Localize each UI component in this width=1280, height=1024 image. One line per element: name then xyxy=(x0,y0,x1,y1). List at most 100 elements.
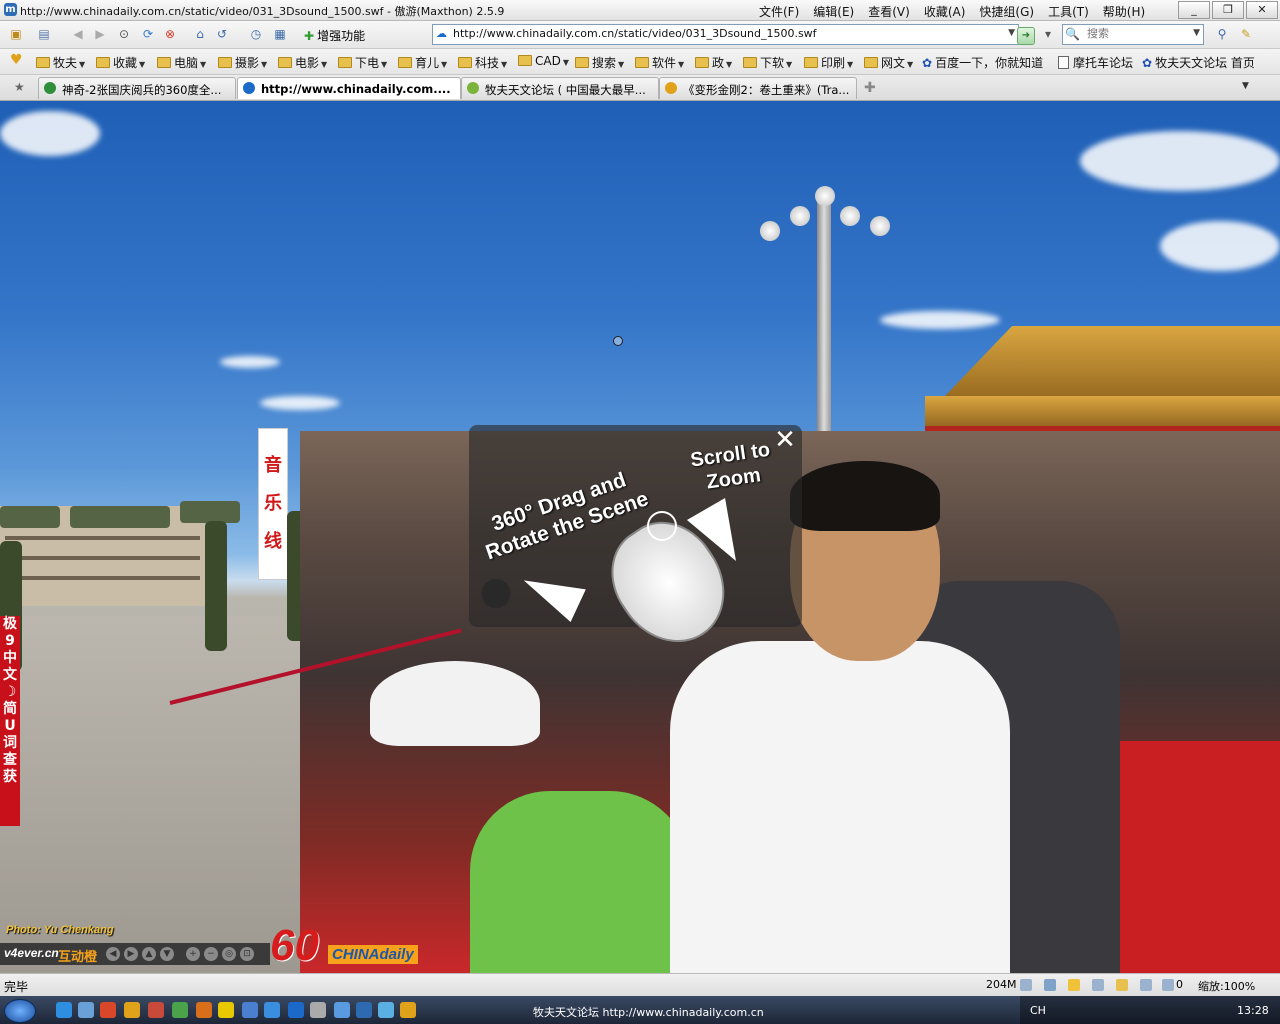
bookmark-folder[interactable]: 下软 ▼ xyxy=(743,54,792,71)
new-page-icon[interactable]: ▣ xyxy=(8,26,24,42)
address-bar[interactable]: ☁ ▼ xyxy=(432,24,1019,45)
tab-panorama[interactable]: 神奇-2张国庆阅兵的360度全... xyxy=(38,77,236,99)
dropdown-icon[interactable]: ⊙ xyxy=(116,26,132,42)
app-icon[interactable] xyxy=(378,1002,394,1018)
zoom-out-button[interactable]: − xyxy=(204,947,218,961)
start-button[interactable] xyxy=(4,999,36,1023)
menu-edit[interactable]: 编辑(E) xyxy=(806,3,861,20)
back-icon[interactable]: ◀ xyxy=(70,26,86,42)
memory-usage[interactable]: 204M xyxy=(986,978,1017,991)
sync-icon[interactable] xyxy=(1044,979,1056,991)
favorites-heart-icon[interactable]: ♥ xyxy=(10,52,23,68)
flash-panorama-viewer[interactable]: 音 乐 线 ✕ 360° Drag and Rotate the Scene S… xyxy=(0,101,1280,973)
download-icon[interactable] xyxy=(1020,979,1032,991)
new-tab-plus-icon[interactable]: ✚ xyxy=(864,80,876,96)
bookmark-folder[interactable]: CAD ▼ xyxy=(518,54,569,68)
bookmark-folder[interactable]: 软件 ▼ xyxy=(635,54,684,71)
clock[interactable]: 13:28 xyxy=(1237,1004,1269,1017)
bookmark-folder[interactable]: 电影 ▼ xyxy=(278,54,327,71)
search-box[interactable]: 🔍 ▼ xyxy=(1062,24,1204,45)
bookmark-folder[interactable]: 政 ▼ xyxy=(695,54,732,71)
folder-icon xyxy=(743,57,757,68)
autoplay-button[interactable]: ◎ xyxy=(222,947,236,961)
tab-mufu[interactable]: 牧夫天文论坛 ( 中国最大最早... xyxy=(461,77,659,99)
chinadaily-60-logo[interactable]: 60 CHINAdaily xyxy=(270,921,432,970)
open-icon[interactable]: ▤ xyxy=(36,26,52,42)
desktop-icon[interactable] xyxy=(78,1002,94,1018)
bookmark-folder[interactable]: 摄影 ▼ xyxy=(218,54,267,71)
chevron-down-icon[interactable]: ▼ xyxy=(1193,28,1200,38)
highlight-icon[interactable]: ✎ xyxy=(1238,26,1254,42)
flash-icon[interactable] xyxy=(1068,979,1080,991)
app-icon[interactable] xyxy=(100,1002,116,1018)
app-icon[interactable] xyxy=(288,1002,304,1018)
app-icon[interactable] xyxy=(196,1002,212,1018)
app-icon[interactable] xyxy=(356,1002,372,1018)
menu-groups[interactable]: 快捷组(G) xyxy=(972,3,1041,20)
app-icon[interactable] xyxy=(148,1002,164,1018)
tab-list-chevron-icon[interactable]: ▼ xyxy=(1242,81,1249,91)
bookmark-baidu[interactable]: ✿ 百度一下，你就知道 xyxy=(922,54,1043,71)
ie-icon[interactable] xyxy=(56,1002,72,1018)
enhance-features-button[interactable]: ✚ 增强功能 xyxy=(304,27,365,44)
chevron-down-icon[interactable]: ▾ xyxy=(1040,26,1056,42)
history-icon[interactable]: ◷ xyxy=(248,26,264,42)
bookmark-folder[interactable]: 印刷 ▼ xyxy=(804,54,853,71)
bookmark-folder[interactable]: 牧夫 ▼ xyxy=(36,54,85,71)
screenshot-icon[interactable]: ▦ xyxy=(272,26,288,42)
zoom-in-button[interactable]: + xyxy=(186,947,200,961)
zoom-level[interactable]: 缩放:100% xyxy=(1198,978,1255,994)
restore-button[interactable]: ❐ xyxy=(1212,1,1244,19)
bookmark-folder[interactable]: 搜索 ▼ xyxy=(575,54,624,71)
tab-chinadaily[interactable]: http://www.chinadaily.com.... xyxy=(237,77,461,99)
reader-icon[interactable] xyxy=(218,1002,234,1018)
menu-file[interactable]: 文件(F) xyxy=(752,3,806,20)
bookmark-folder[interactable]: 收藏 ▼ xyxy=(96,54,145,71)
go-button[interactable]: ➜ xyxy=(1017,27,1035,45)
search-go-icon[interactable]: ⚲ xyxy=(1214,26,1230,42)
address-input[interactable] xyxy=(453,26,993,41)
fullscreen-button[interactable]: ⊡ xyxy=(240,947,254,961)
folder-icon[interactable] xyxy=(1116,979,1128,991)
bookmark-motorcycle-forum[interactable]: 摩托车论坛 xyxy=(1058,54,1133,71)
bookmark-folder[interactable]: 科技 ▼ xyxy=(458,54,507,71)
refresh-icon[interactable]: ⟳ xyxy=(140,26,156,42)
app-icon[interactable] xyxy=(334,1002,350,1018)
close-window-button[interactable]: ✕ xyxy=(1246,1,1278,19)
app-icon[interactable] xyxy=(400,1002,416,1018)
pan-down-button[interactable]: ▼ xyxy=(160,947,174,961)
home-icon[interactable]: ⌂ xyxy=(192,26,208,42)
undo-icon[interactable]: ↺ xyxy=(214,26,230,42)
popup-blocker-icon[interactable] xyxy=(1162,979,1174,991)
proxy-icon[interactable] xyxy=(1092,979,1104,991)
menu-help[interactable]: 帮助(H) xyxy=(1096,3,1152,20)
star-icon[interactable]: ★ xyxy=(14,80,25,94)
minimize-button[interactable]: _ xyxy=(1178,1,1210,19)
app-icon[interactable] xyxy=(310,1002,326,1018)
bookmark-folder[interactable]: 电脑 ▼ xyxy=(157,54,206,71)
pan-left-button[interactable]: ◀ xyxy=(106,947,120,961)
bookmark-folder[interactable]: 育儿 ▼ xyxy=(398,54,447,71)
tab-transformers[interactable]: 《变形金刚2：卷土重来》(Tra... xyxy=(659,77,857,99)
app-icon[interactable] xyxy=(124,1002,140,1018)
pan-right-button[interactable]: ▶ xyxy=(124,947,138,961)
image-icon[interactable] xyxy=(1140,979,1152,991)
app-icon[interactable] xyxy=(264,1002,280,1018)
menu-tools[interactable]: 工具(T) xyxy=(1041,3,1096,20)
app-icon[interactable] xyxy=(242,1002,258,1018)
taskbar-task-text[interactable]: 牧夫天文论坛 http://www.chinadaily.com.cn xyxy=(533,1004,764,1020)
side-dictionary-band[interactable]: 极 9 中 文 ☽ 简 U 词 查 获 xyxy=(0,616,20,826)
bookmark-folder[interactable]: 网文 ▼ xyxy=(864,54,913,71)
bookmark-mufu-forum[interactable]: ✿ 牧夫天文论坛 首页 xyxy=(1142,54,1255,71)
input-method-indicator[interactable]: CH xyxy=(1030,1004,1046,1017)
chevron-down-icon[interactable]: ▼ xyxy=(1008,28,1015,38)
search-input[interactable] xyxy=(1087,27,1187,40)
menu-view[interactable]: 查看(V) xyxy=(861,3,917,20)
menu-favorites[interactable]: 收藏(A) xyxy=(917,3,973,20)
pan-up-button[interactable]: ▲ xyxy=(142,947,156,961)
stop-icon[interactable]: ⊗ xyxy=(162,26,178,42)
maxthon-app-icon[interactable]: m xyxy=(4,3,17,16)
bookmark-folder[interactable]: 下电 ▼ xyxy=(338,54,387,71)
app-icon[interactable] xyxy=(172,1002,188,1018)
forward-icon[interactable]: ▶ xyxy=(92,26,108,42)
